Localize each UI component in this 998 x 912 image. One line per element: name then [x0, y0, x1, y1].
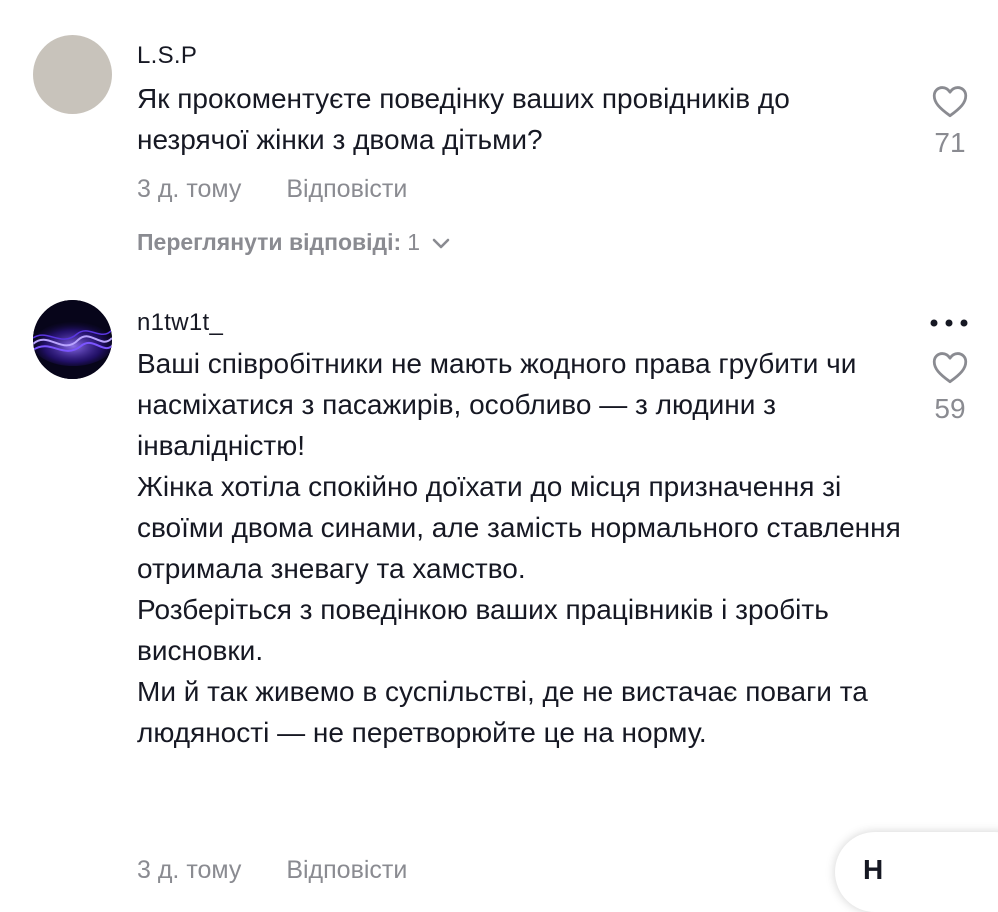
avatar[interactable]: [33, 300, 112, 379]
heart-outline-icon: [931, 350, 969, 389]
floating-hint-text: H: [863, 854, 884, 885]
comment-paragraph: Ваші співробітники не мають жодного прав…: [137, 348, 857, 461]
reply-button[interactable]: Відповісти: [286, 856, 407, 884]
more-dots-icon[interactable]: [928, 315, 972, 336]
comment-text: Ваші співробітники не мають жодного прав…: [137, 343, 907, 753]
like-button[interactable]: 59: [926, 350, 974, 425]
comment-paragraph: Ми й так живемо в суспільстві, де не вис…: [137, 676, 868, 748]
comment-item: n1tw1t_ Ваші співробітники не мають жодн…: [0, 0, 998, 884]
comment-username[interactable]: n1tw1t_: [137, 309, 223, 337]
comment-meta: 3 д. тому Відповісти: [137, 856, 407, 885]
comment-time: 3 д. тому: [137, 856, 242, 884]
comment-paragraph: Розберіться з поведінкою ваших працівник…: [137, 594, 829, 666]
floating-hint[interactable]: H: [835, 832, 998, 912]
comment-paragraph: Жінка хотіла спокійно доїхати до місця п…: [137, 471, 901, 584]
like-count: 59: [934, 393, 966, 424]
